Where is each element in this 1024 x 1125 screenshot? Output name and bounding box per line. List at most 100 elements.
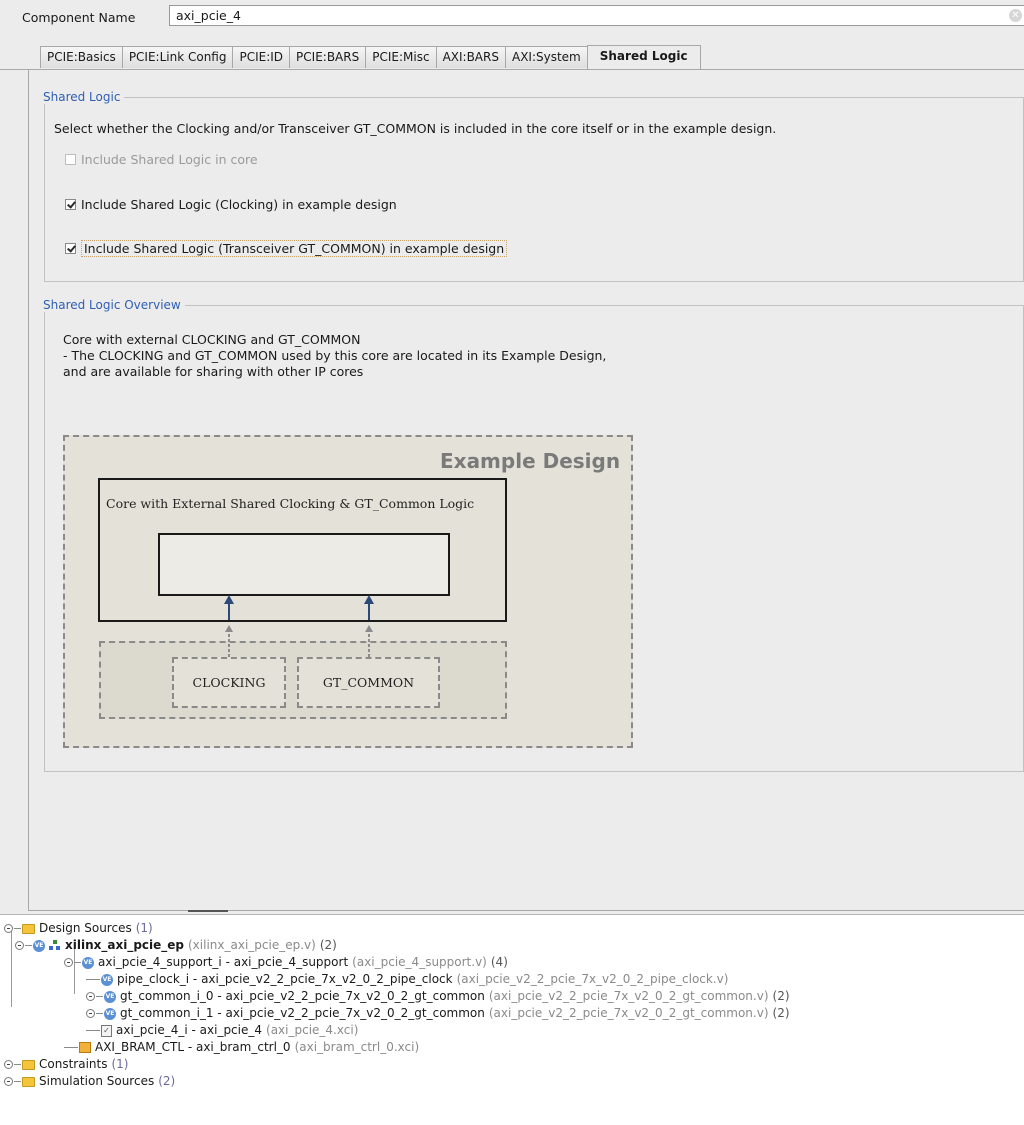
tree-count: (1)	[111, 1057, 129, 1071]
tree-file: (axi_pcie_4.xci)	[266, 1023, 359, 1037]
folder-icon	[22, 1059, 35, 1070]
tree-row-bram-ctl[interactable]: AXI_BRAM_CTL - axi_bram_ctrl_0 (axi_bram…	[64, 1039, 419, 1056]
option-label: Include Shared Logic (Clocking) in examp…	[81, 197, 397, 212]
verilog-icon: VE	[33, 939, 45, 952]
expand-toggle-icon[interactable]	[86, 1009, 95, 1018]
option-shared-logic-in-core[interactable]: Include Shared Logic in core	[65, 152, 258, 167]
tab-axi-bars[interactable]: AXI:BARS	[435, 46, 505, 68]
tab-pcie-id[interactable]: PCIE:ID	[232, 46, 290, 68]
tree-connector	[86, 979, 100, 980]
tab-pcie-basics[interactable]: PCIE:Basics	[40, 46, 122, 68]
tree-file: (xilinx_axi_pcie_ep.v)	[188, 938, 316, 952]
option-shared-logic-clocking[interactable]: Include Shared Logic (Clocking) in examp…	[65, 197, 397, 212]
example-design-title: Example Design	[440, 449, 621, 473]
tree-file: (axi_pcie_4_support.v)	[352, 955, 487, 969]
folder-icon	[22, 1076, 35, 1087]
tree-count: (1)	[135, 921, 153, 935]
verilog-icon: VE	[101, 973, 113, 986]
overview-title: Shared Logic Overview	[43, 298, 185, 312]
tree-count: (4)	[490, 955, 508, 969]
tree-file: (axi_bram_ctrl_0.xci)	[294, 1040, 420, 1054]
tree-connector	[96, 996, 103, 997]
folder-icon	[22, 923, 35, 934]
tree-row-gt-common-0[interactable]: VE gt_common_i_0 - axi_pcie_v2_2_pcie_7x…	[86, 988, 790, 1005]
core-title: Core with External Shared Clocking & GT_…	[106, 496, 475, 511]
tree-connector	[14, 1081, 21, 1082]
expand-toggle-icon[interactable]	[4, 1060, 13, 1069]
expand-toggle-icon[interactable]	[4, 924, 13, 933]
tree-row-constraints[interactable]: Constraints (1)	[4, 1056, 128, 1073]
tree-row-design-sources[interactable]: Design Sources (1)	[4, 920, 153, 937]
option-label: Include Shared Logic in core	[81, 152, 258, 167]
checkbox-shared-logic-in-core[interactable]	[65, 154, 76, 165]
tab-shared-logic[interactable]: Shared Logic	[586, 45, 701, 69]
tree-row-support[interactable]: VE axi_pcie_4_support_i - axi_pcie_4_sup…	[64, 954, 508, 971]
hierarchy-top-icon	[49, 940, 61, 951]
tree-file: (axi_pcie_v2_2_pcie_7x_v2_0_2_pipe_clock…	[456, 972, 729, 986]
tree-file: (axi_pcie_v2_2_pcie_7x_v2_0_2_gt_common.…	[488, 1006, 769, 1020]
tree-label: axi_pcie_4_i - axi_pcie_4	[116, 1023, 263, 1037]
tree-count: (2)	[319, 938, 337, 952]
tab-pcie-misc[interactable]: PCIE:Misc	[365, 46, 436, 68]
tree-row-top-module[interactable]: VE xilinx_axi_pcie_ep (xilinx_axi_pcie_e…	[15, 937, 337, 954]
checkbox-shared-logic-clocking[interactable]	[65, 199, 76, 210]
overview-line-1: Core with external CLOCKING and GT_COMMO…	[63, 332, 361, 347]
verilog-icon: VE	[104, 990, 116, 1003]
tree-row-pipe-clock[interactable]: VE pipe_clock_i - axi_pcie_v2_2_pcie_7x_…	[86, 971, 728, 988]
tree-label: gt_common_i_1 - axi_pcie_v2_2_pcie_7x_v2…	[120, 1006, 485, 1020]
checkbox-shared-logic-gt-common[interactable]	[65, 243, 76, 254]
tree-label: Design Sources	[39, 921, 132, 935]
ip-core-icon: ✓	[101, 1024, 112, 1037]
gt-common-arrow	[364, 595, 374, 657]
tree-connector	[96, 1013, 103, 1014]
option-label: Include Shared Logic (Transceiver GT_COM…	[81, 240, 508, 257]
option-shared-logic-gt-common[interactable]: Include Shared Logic (Transceiver GT_COM…	[65, 240, 508, 257]
tree-label: axi_pcie_4_support_i - axi_pcie_4_suppor…	[98, 955, 349, 969]
tree-label: xilinx_axi_pcie_ep	[65, 938, 184, 952]
tree-connector	[25, 945, 32, 946]
clocking-box: CLOCKING	[172, 657, 286, 708]
tree-file: (axi_pcie_v2_2_pcie_7x_v2_0_2_gt_common.…	[488, 989, 769, 1003]
sources-tree-panel: Design Sources (1) VE xilinx_axi_pcie_ep…	[0, 914, 1024, 1125]
tab-strip: PCIE:Basics PCIE:Link Config PCIE:ID PCI…	[40, 45, 701, 69]
tab-axi-system[interactable]: AXI:System	[504, 46, 587, 68]
clocking-label: CLOCKING	[192, 675, 266, 690]
tree-connector	[14, 1064, 21, 1065]
tree-count: (2)	[158, 1074, 176, 1088]
expand-toggle-icon[interactable]	[15, 941, 24, 950]
block-ip-icon	[79, 1042, 91, 1053]
tree-connector	[64, 1047, 78, 1048]
overview-line-3: and are available for sharing with other…	[63, 364, 364, 379]
tree-row-simulation-sources[interactable]: Simulation Sources (2)	[4, 1073, 175, 1090]
tab-pcie-link-config[interactable]: PCIE:Link Config	[121, 46, 233, 68]
gt-common-label: GT_COMMON	[322, 675, 415, 690]
tree-label: pipe_clock_i - axi_pcie_v2_2_pcie_7x_v2_…	[117, 972, 453, 986]
tree-row-gt-common-1[interactable]: VE gt_common_i_1 - axi_pcie_v2_2_pcie_7x…	[86, 1005, 790, 1022]
tree-connector	[14, 928, 21, 929]
shared-logic-title: Shared Logic	[43, 90, 125, 104]
tree-row-axi-pcie-4[interactable]: ✓ axi_pcie_4_i - axi_pcie_4 (axi_pcie_4.…	[86, 1022, 358, 1039]
tree-connector	[74, 962, 81, 963]
expand-toggle-icon[interactable]	[64, 958, 73, 967]
panel-splitter[interactable]	[188, 910, 228, 912]
component-name-input[interactable]	[169, 5, 1024, 26]
tree-label: gt_common_i_0 - axi_pcie_v2_2_pcie_7x_v2…	[120, 989, 485, 1003]
core-inner-box	[158, 533, 450, 596]
verilog-icon: VE	[82, 956, 94, 969]
tab-pcie-bars[interactable]: PCIE:BARS	[289, 46, 366, 68]
verilog-icon: VE	[104, 1007, 116, 1020]
overview-line-2: - The CLOCKING and GT_COMMON used by thi…	[63, 348, 607, 363]
tree-guide-line	[11, 929, 12, 1007]
component-name-label: Component Name	[22, 10, 136, 25]
tree-label: Constraints	[39, 1057, 108, 1071]
gt-common-box: GT_COMMON	[297, 657, 440, 708]
expand-toggle-icon[interactable]	[4, 1077, 13, 1086]
tree-count: (2)	[772, 1006, 790, 1020]
clear-input-icon[interactable]: ✕	[1009, 9, 1022, 22]
tree-label: AXI_BRAM_CTL - axi_bram_ctrl_0	[95, 1040, 291, 1054]
tree-count: (2)	[772, 989, 790, 1003]
shared-logic-description: Select whether the Clocking and/or Trans…	[54, 121, 777, 136]
tree-connector	[86, 1030, 100, 1031]
expand-toggle-icon[interactable]	[86, 992, 95, 1001]
clocking-arrow	[224, 595, 234, 657]
